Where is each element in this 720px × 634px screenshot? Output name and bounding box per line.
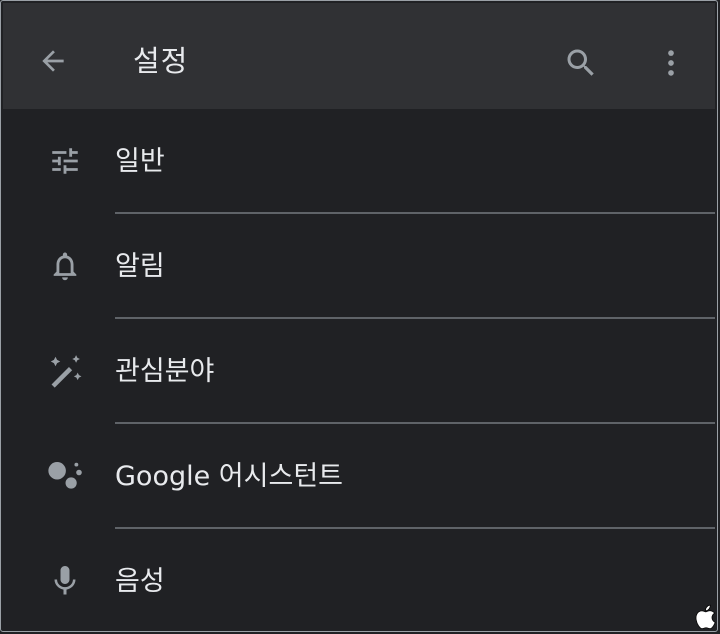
tune-icon: [43, 139, 87, 183]
more-options-button[interactable]: [651, 41, 691, 85]
settings-item-label: 알림: [115, 251, 165, 282]
bell-icon: [43, 244, 87, 288]
more-vert-icon: [668, 50, 674, 76]
settings-item-notifications[interactable]: 알림: [3, 214, 715, 319]
settings-item-label: 관심분야: [115, 356, 215, 387]
settings-item-label: Google 어시스턴트: [115, 461, 343, 492]
search-button[interactable]: [559, 41, 603, 85]
settings-item-label: 일반: [115, 146, 165, 177]
page-title: 설정: [133, 44, 189, 78]
settings-item-general[interactable]: 일반: [3, 109, 715, 214]
settings-item-voice[interactable]: 음성: [3, 529, 715, 634]
arrow-back-icon: [42, 50, 64, 72]
search-icon: [567, 49, 594, 76]
magic-wand-icon: [43, 349, 87, 393]
settings-item-label: 음성: [115, 566, 165, 597]
app-bar: 설정: [3, 3, 715, 109]
apple-logo-icon: [694, 604, 718, 632]
settings-list: 일반 알림 관심분야 Google 어시스턴트 음성: [3, 109, 715, 634]
back-button[interactable]: [33, 41, 73, 81]
settings-item-interests[interactable]: 관심분야: [3, 319, 715, 424]
assistant-icon: [43, 454, 87, 498]
settings-item-google-assistant[interactable]: Google 어시스턴트: [3, 424, 715, 529]
mic-icon: [43, 559, 87, 603]
